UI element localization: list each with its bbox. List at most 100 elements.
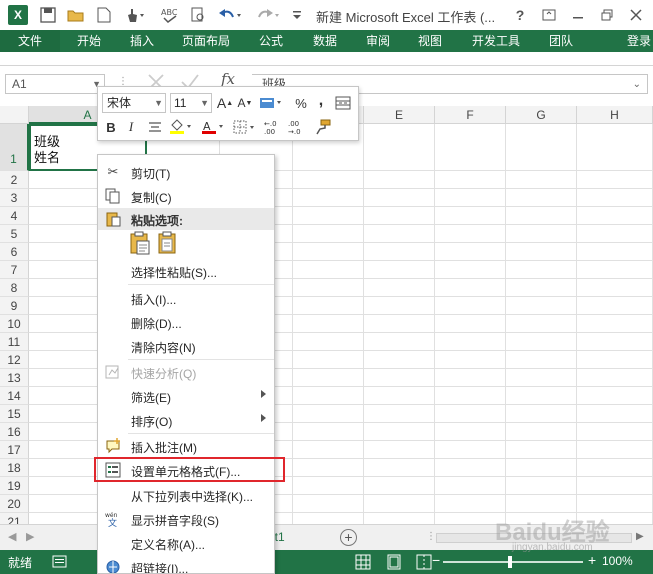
row-header-7[interactable]: 7 bbox=[0, 261, 29, 279]
row-header-4[interactable]: 4 bbox=[0, 207, 29, 225]
zoom-in-button[interactable]: + bbox=[588, 552, 596, 568]
menu-item-insert[interactable]: 插入(I)... bbox=[98, 287, 274, 309]
row-header-13[interactable]: 13 bbox=[0, 369, 29, 387]
name-box[interactable]: A1 ▼ bbox=[5, 74, 105, 94]
row-header-2[interactable]: 2 bbox=[0, 171, 29, 189]
zoom-slider[interactable] bbox=[443, 561, 583, 563]
menu-item-filter[interactable]: 筛选(E) bbox=[98, 385, 274, 407]
italic-button[interactable]: I bbox=[122, 118, 140, 136]
customize-qat-icon[interactable] bbox=[290, 5, 304, 25]
menu-item-sort[interactable]: 排序(O) bbox=[98, 409, 274, 431]
row-header-10[interactable]: 10 bbox=[0, 315, 29, 333]
select-all-corner[interactable] bbox=[0, 106, 29, 124]
borders-icon[interactable] bbox=[232, 118, 258, 136]
new-document-icon[interactable] bbox=[94, 5, 114, 25]
excel-app-icon[interactable]: X bbox=[8, 5, 28, 25]
tab-home[interactable]: 开始 bbox=[77, 30, 101, 52]
row-header-8[interactable]: 8 bbox=[0, 279, 29, 297]
menu-item-show-phonetic[interactable]: wén 文 显示拼音字段(S) bbox=[98, 508, 274, 530]
font-size-box[interactable]: 11 ▼ bbox=[170, 93, 212, 113]
percent-style-button[interactable]: % bbox=[292, 94, 310, 112]
tab-insert[interactable]: 插入 bbox=[130, 30, 154, 52]
row-header-14[interactable]: 14 bbox=[0, 387, 29, 405]
restore-button[interactable] bbox=[595, 4, 619, 26]
page-break-view-icon[interactable] bbox=[416, 554, 432, 573]
row-header-15[interactable]: 15 bbox=[0, 405, 29, 423]
save-icon[interactable] bbox=[38, 5, 58, 25]
increase-decimal-icon[interactable]: ←.0.00 bbox=[264, 118, 284, 136]
zoom-slider-thumb[interactable] bbox=[508, 556, 512, 568]
paste-icon[interactable] bbox=[129, 231, 151, 255]
close-icon[interactable] bbox=[624, 4, 648, 26]
tab-split-handle[interactable]: ⋮ bbox=[426, 531, 436, 542]
row-header-11[interactable]: 11 bbox=[0, 333, 29, 351]
row-header-5[interactable]: 5 bbox=[0, 225, 29, 243]
tab-file[interactable]: 文件 bbox=[0, 30, 60, 52]
menu-item-define-name[interactable]: 定义名称(A)... bbox=[98, 532, 274, 554]
scroll-right-icon[interactable]: ▶ bbox=[636, 531, 644, 542]
paste-values-icon[interactable] bbox=[157, 231, 179, 255]
font-name-box[interactable]: 宋体 ▼ bbox=[102, 93, 166, 113]
tab-review[interactable]: 审阅 bbox=[366, 30, 390, 52]
row-header-6[interactable]: 6 bbox=[0, 243, 29, 261]
bold-button[interactable]: B bbox=[102, 118, 120, 136]
merge-center-icon[interactable] bbox=[334, 94, 352, 112]
menu-item-hyperlink[interactable]: 超链接(I)... bbox=[98, 556, 274, 573]
fill-color-icon[interactable] bbox=[168, 118, 194, 136]
help-button[interactable]: ? bbox=[508, 4, 532, 26]
chevron-down-icon[interactable]: ▼ bbox=[154, 94, 163, 112]
row-header-3[interactable]: 3 bbox=[0, 189, 29, 207]
tab-view[interactable]: 视图 bbox=[418, 30, 442, 52]
macro-record-icon[interactable] bbox=[52, 554, 68, 573]
scroll-sheets-left-icon[interactable]: ◀ bbox=[8, 530, 16, 543]
expand-formula-icon[interactable]: ⌄ bbox=[633, 76, 641, 94]
tab-formulas[interactable]: 公式 bbox=[259, 30, 283, 52]
ribbon-display-icon[interactable] bbox=[537, 4, 561, 26]
page-layout-view-icon[interactable] bbox=[386, 554, 402, 573]
row-header-9[interactable]: 9 bbox=[0, 297, 29, 315]
login-link[interactable]: 登录 bbox=[627, 30, 651, 52]
minimize-button[interactable] bbox=[566, 4, 590, 26]
tab-developer[interactable]: 开发工具 bbox=[472, 30, 520, 52]
zoom-out-button[interactable]: − bbox=[432, 552, 440, 568]
row-header-20[interactable]: 20 bbox=[0, 495, 29, 513]
column-header-e[interactable]: E bbox=[364, 106, 435, 124]
decrease-decimal-icon[interactable]: .00 →.0 bbox=[288, 118, 308, 136]
menu-item-insert-comment[interactable]: 插入批注(M) bbox=[98, 435, 274, 457]
zoom-level[interactable]: 100% bbox=[602, 554, 633, 568]
chevron-down-icon[interactable]: ▼ bbox=[200, 94, 209, 112]
row-header-21[interactable]: 21 bbox=[0, 513, 29, 524]
row-header-17[interactable]: 17 bbox=[0, 441, 29, 459]
open-folder-icon[interactable] bbox=[66, 5, 86, 25]
touch-mode-icon[interactable] bbox=[120, 5, 148, 25]
row-header-16[interactable]: 16 bbox=[0, 423, 29, 441]
menu-item-pick-from-list[interactable]: 从下拉列表中选择(K)... bbox=[98, 484, 274, 506]
menu-item-paste-special[interactable]: 选择性粘贴(S)... bbox=[98, 260, 274, 282]
decrease-font-icon[interactable]: A ▼ bbox=[236, 94, 254, 112]
align-center-icon[interactable] bbox=[146, 118, 164, 136]
column-header-f[interactable]: F bbox=[435, 106, 506, 124]
font-color-icon[interactable]: A bbox=[200, 118, 226, 136]
menu-item-cut[interactable]: ✂ 剪切(T) bbox=[98, 161, 274, 183]
comma-style-button[interactable]: , bbox=[312, 92, 330, 110]
undo-icon[interactable] bbox=[216, 5, 244, 25]
scroll-sheets-right-icon[interactable]: ▶ bbox=[26, 530, 34, 543]
increase-font-icon[interactable]: A ▲ bbox=[216, 94, 234, 112]
row-header-1[interactable]: 1 bbox=[0, 124, 29, 171]
menu-item-delete[interactable]: 删除(D)... bbox=[98, 311, 274, 333]
menu-item-copy[interactable]: 复制(C) bbox=[98, 185, 274, 207]
redo-icon[interactable] bbox=[254, 5, 282, 25]
column-header-h[interactable]: H bbox=[577, 106, 653, 124]
tab-page-layout[interactable]: 页面布局 bbox=[182, 30, 230, 52]
tab-data[interactable]: 数据 bbox=[313, 30, 337, 52]
add-sheet-button[interactable]: + bbox=[340, 529, 357, 546]
column-header-g[interactable]: G bbox=[506, 106, 577, 124]
print-preview-icon[interactable] bbox=[188, 5, 208, 25]
menu-item-clear-contents[interactable]: 清除内容(N) bbox=[98, 335, 274, 357]
format-painter-icon[interactable] bbox=[314, 118, 332, 136]
normal-view-icon[interactable] bbox=[355, 554, 371, 573]
row-header-12[interactable]: 12 bbox=[0, 351, 29, 369]
row-header-18[interactable]: 18 bbox=[0, 459, 29, 477]
spelling-icon[interactable]: ABC bbox=[160, 5, 180, 25]
tab-team[interactable]: 团队 bbox=[549, 30, 573, 52]
